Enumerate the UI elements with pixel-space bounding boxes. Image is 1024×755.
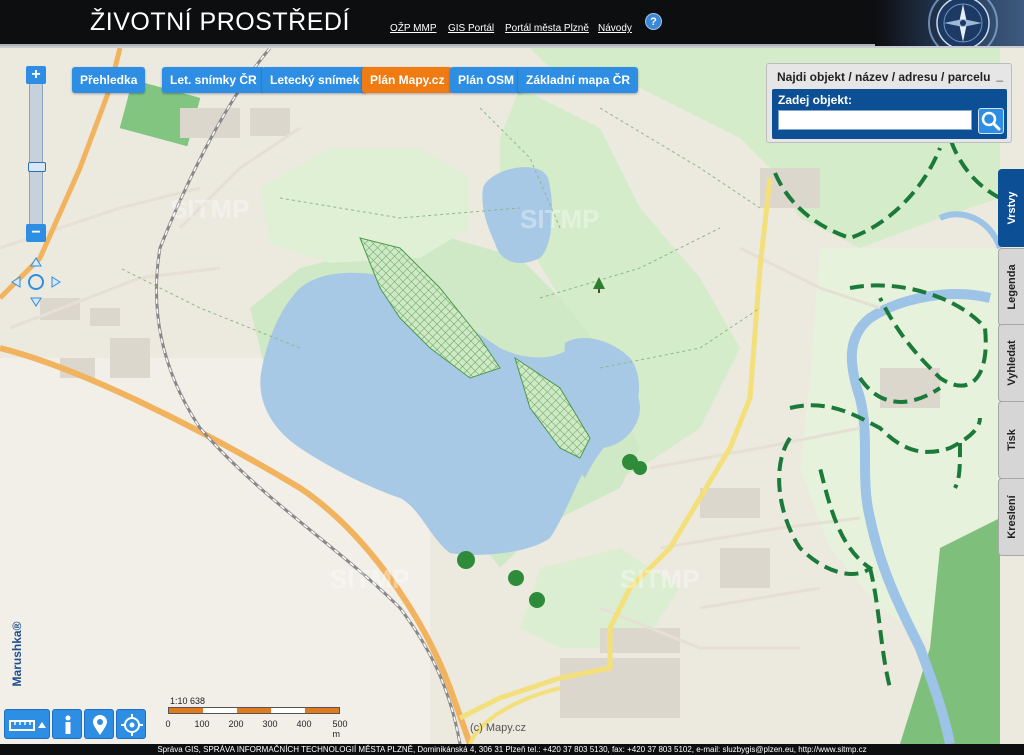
compass-logo-icon xyxy=(875,0,1024,46)
search-label: Zadej objekt: xyxy=(778,93,853,107)
basemap-osm-button[interactable]: Plán OSM xyxy=(450,67,523,93)
search-box: Zadej objekt: xyxy=(772,89,1007,139)
tab-legenda[interactable]: Legenda xyxy=(998,248,1024,326)
pan-arrows-icon xyxy=(11,257,61,307)
gps-tool-button[interactable] xyxy=(84,709,114,739)
watermark-center-1: SITMP xyxy=(520,204,599,234)
info-tool-button[interactable] xyxy=(52,709,82,739)
tab-legenda-label: Legenda xyxy=(1005,264,1018,310)
locate-tool-button[interactable] xyxy=(116,709,146,739)
zoom-in-button[interactable]: + xyxy=(26,66,46,84)
tab-vrstvy[interactable]: Vrstvy xyxy=(998,169,1024,247)
marushka-label: Marushka® xyxy=(10,621,24,687)
scale-bar: 1:10 638 0 100 200 300 400 500 m xyxy=(160,693,350,739)
marushka-watermark: Marushka® xyxy=(9,604,25,704)
watermark-center-2: SITMP xyxy=(170,194,249,224)
link-ozp-mmp[interactable]: OŽP MMP xyxy=(390,23,436,34)
search-panel-minimize[interactable]: _ xyxy=(996,68,1003,82)
measure-tool-button[interactable] xyxy=(4,709,50,739)
tab-kresleni[interactable]: Kreslení xyxy=(998,478,1024,556)
locate-icon xyxy=(121,714,143,736)
app-title: ŽIVOTNÍ PROSTŘEDÍ xyxy=(90,8,350,36)
search-panel: Najdi objekt / název / adresu / parcelu … xyxy=(766,63,1012,143)
search-icon xyxy=(981,111,1001,131)
scale-tick: 500 m xyxy=(332,719,348,739)
zoom-slider-handle[interactable] xyxy=(28,162,46,172)
watermark-center-3: SITMP xyxy=(330,564,409,594)
zoom-slider[interactable] xyxy=(28,84,46,224)
link-portal-mesta[interactable]: Portál města Plzně xyxy=(505,23,589,34)
scale-graphic xyxy=(168,707,340,714)
tab-vyhledat-label: Vyhledat xyxy=(1005,340,1018,386)
link-navody[interactable]: Návody xyxy=(598,23,632,34)
scale-tick: 300 xyxy=(262,719,278,729)
tab-vrstvy-label: Vrstvy xyxy=(1005,191,1018,225)
watermark-center-4: SITMP xyxy=(620,564,699,594)
tab-kresleni-label: Kreslení xyxy=(1005,495,1018,539)
basemap-mapy-cz-button[interactable]: Plán Mapy.cz xyxy=(362,67,453,93)
info-icon xyxy=(65,715,71,734)
scale-tick: 100 xyxy=(194,719,210,729)
scale-tick: 0 xyxy=(165,719,171,729)
gps-pin-icon xyxy=(93,715,107,735)
map-canvas[interactable]: SITMP SITMP SITMP SITMP Přehledka Let. s… xyxy=(0,48,1024,744)
tab-tisk[interactable]: Tisk xyxy=(998,401,1024,479)
scale-ratio: 1:10 638 xyxy=(170,696,206,706)
app-header: ŽIVOTNÍ PROSTŘEDÍ OŽP MMP GIS Portál Por… xyxy=(0,0,1024,46)
pan-control[interactable] xyxy=(10,256,62,308)
tab-tisk-label: Tisk xyxy=(1005,429,1018,451)
help-icon[interactable]: ? xyxy=(645,13,662,30)
map-attribution: (c) Mapy.cz xyxy=(470,722,527,734)
basemap-prehledka-button[interactable]: Přehledka xyxy=(72,67,146,93)
scale-tick: 400 xyxy=(296,719,312,729)
basemap-zakladni-mapa-button[interactable]: Základní mapa ČR xyxy=(518,67,639,93)
map-base-layer: SITMP SITMP SITMP SITMP xyxy=(0,48,1024,744)
zoom-out-button[interactable]: − xyxy=(26,224,46,242)
link-gis-portal[interactable]: GIS Portál xyxy=(448,23,494,34)
search-input[interactable] xyxy=(778,110,972,130)
search-panel-title: Najdi objekt / název / adresu / parcelu xyxy=(777,70,991,84)
basemap-letecky-snimek-button[interactable]: Letecký snímek xyxy=(262,67,368,93)
scale-tick: 200 xyxy=(228,719,244,729)
basemap-let-snimky-button[interactable]: Let. snímky ČR xyxy=(162,67,265,93)
search-button[interactable] xyxy=(978,108,1004,134)
page-footer: Správa GIS, SPRÁVA INFORMAČNÍCH TECHNOLO… xyxy=(0,744,1024,755)
tab-vyhledat[interactable]: Vyhledat xyxy=(998,324,1024,402)
zoom-control: + − xyxy=(26,66,46,242)
ruler-icon xyxy=(9,720,46,731)
